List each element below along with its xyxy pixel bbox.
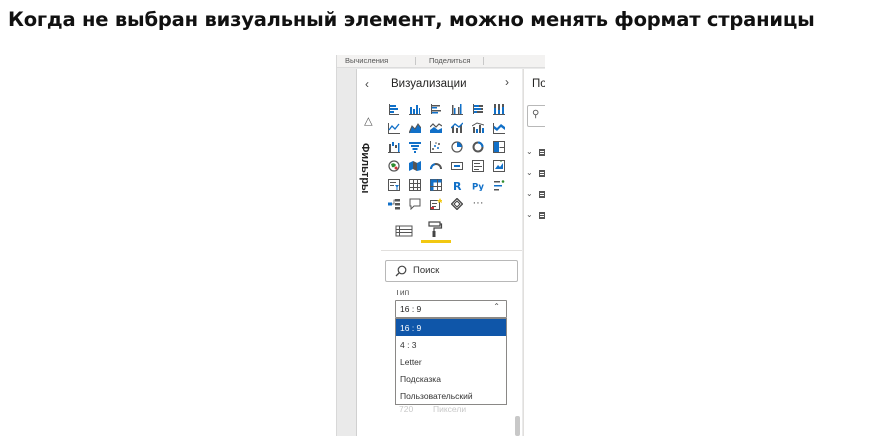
python-visual-icon[interactable]: Py — [472, 179, 484, 191]
fields-tab-icon[interactable] — [395, 223, 413, 239]
chevron-down-icon: ⌄ — [526, 210, 533, 219]
stacked-area-chart-icon[interactable] — [430, 122, 442, 134]
page-type-selected-value: 16 : 9 — [400, 304, 422, 314]
chevron-right-icon[interactable]: › — [505, 75, 509, 89]
donut-chart-icon[interactable] — [472, 141, 484, 153]
svg-text:Py: Py — [472, 182, 484, 191]
stacked-column-chart-icon[interactable] — [409, 103, 421, 115]
pie-chart-icon[interactable] — [451, 141, 463, 153]
search-icon — [395, 265, 407, 277]
clustered-bar-chart-icon[interactable] — [430, 103, 442, 115]
line-chart-icon[interactable] — [388, 122, 400, 134]
type-label: Тип — [395, 287, 410, 297]
table-icon — [539, 170, 545, 177]
100-stacked-bar-chart-icon[interactable] — [472, 103, 484, 115]
option-4-3[interactable]: 4 : 3 — [396, 336, 506, 353]
table-icon — [539, 212, 545, 219]
page-type-dropdown-list: 16 : 9 4 : 3 Letter Подсказка Пользовате… — [395, 318, 507, 405]
visualizations-pane: Визуализации › R Py ··· Поиск Тип 16: 9… — [381, 69, 522, 436]
filters-pane: ‹ ◁ Фильтры — [356, 69, 382, 436]
fields-pane: По ⚲ ⌄ ⌄ ⌄ ⌄ — [523, 69, 545, 436]
units-value-obscured: Пиксели — [433, 404, 467, 414]
decomposition-tree-icon[interactable] — [388, 198, 400, 210]
line-and-stacked-column-icon[interactable] — [451, 122, 463, 134]
search-input[interactable]: Поиск — [385, 260, 518, 282]
r-script-visual-icon[interactable]: R — [451, 179, 463, 191]
ribbon-item-share[interactable]: Поделиться — [429, 56, 470, 65]
qa-icon[interactable] — [409, 198, 421, 210]
svg-text:R: R — [453, 180, 462, 191]
active-tab-underline — [421, 240, 451, 243]
chevron-down-icon: ⌄ — [526, 189, 533, 198]
matrix-icon[interactable] — [430, 179, 442, 191]
chevron-left-icon[interactable]: ‹ — [365, 77, 369, 91]
field-table-row[interactable]: ⌄ — [526, 168, 545, 180]
table-icon — [539, 149, 545, 156]
field-table-row[interactable]: ⌄ — [526, 147, 545, 159]
visualizations-title: Визуализации — [391, 78, 467, 90]
funnel-icon[interactable] — [409, 141, 421, 153]
smart-narrative-icon[interactable] — [430, 198, 442, 210]
ribbon-divider — [415, 57, 416, 65]
chevron-down-icon: ⌄ — [526, 168, 533, 177]
option-16-9[interactable]: 16 : 9 — [396, 319, 506, 336]
format-paint-roller-icon[interactable] — [425, 221, 443, 237]
key-influencers-icon[interactable] — [493, 179, 505, 191]
clustered-column-chart-icon[interactable] — [451, 103, 463, 115]
area-chart-icon[interactable] — [409, 122, 421, 134]
100-stacked-column-chart-icon[interactable] — [493, 103, 505, 115]
scatter-chart-icon[interactable] — [430, 141, 442, 153]
powerbi-screenshot: Вычисления Поделиться ‹ ◁ Фильтры Визуал… — [336, 55, 545, 436]
search-placeholder: Поиск — [413, 265, 440, 276]
map-icon[interactable] — [388, 160, 400, 172]
stacked-bar-chart-icon[interactable] — [388, 103, 400, 115]
option-custom[interactable]: Пользовательский — [396, 387, 506, 404]
filled-map-icon[interactable] — [409, 160, 421, 172]
treemap-icon[interactable] — [493, 141, 505, 153]
filter-icon: ◁ — [362, 117, 375, 126]
scrollbar[interactable] — [515, 416, 520, 436]
field-table-row[interactable]: ⌄ — [526, 210, 545, 222]
ribbon-item-calculations[interactable]: Вычисления — [345, 56, 388, 65]
table-icon — [539, 191, 545, 198]
waterfall-chart-icon[interactable] — [388, 141, 400, 153]
chevron-down-icon: ⌄ — [526, 147, 533, 156]
ribbon-chart-icon[interactable] — [493, 122, 505, 134]
fields-title-partial: По — [532, 78, 545, 90]
option-tooltip[interactable]: Подсказка — [396, 370, 506, 387]
height-value-obscured: 720 — [399, 404, 414, 414]
field-table-row[interactable]: ⌄ — [526, 189, 545, 201]
divider — [381, 250, 522, 251]
power-apps-icon[interactable] — [451, 198, 463, 210]
ribbon-divider — [483, 57, 484, 65]
option-letter[interactable]: Letter — [396, 353, 506, 370]
gauge-icon[interactable] — [430, 160, 442, 172]
chevron-up-icon: ⌃ — [493, 302, 500, 311]
ribbon: Вычисления Поделиться — [337, 55, 545, 68]
page-heading: Когда не выбран визуальный элемент, можн… — [8, 8, 815, 31]
filters-pane-label[interactable]: Фильтры — [359, 143, 371, 193]
line-and-clustered-column-icon[interactable] — [472, 122, 484, 134]
page-type-select[interactable]: 16 : 9 ⌃ — [395, 300, 507, 318]
card-icon[interactable] — [451, 160, 463, 172]
table-icon[interactable] — [409, 179, 421, 191]
multi-row-card-icon[interactable] — [472, 160, 484, 172]
more-visuals-icon[interactable]: ··· — [472, 198, 484, 210]
kpi-icon[interactable] — [493, 160, 505, 172]
slicer-icon[interactable] — [388, 179, 400, 191]
search-icon: ⚲ — [532, 109, 540, 120]
